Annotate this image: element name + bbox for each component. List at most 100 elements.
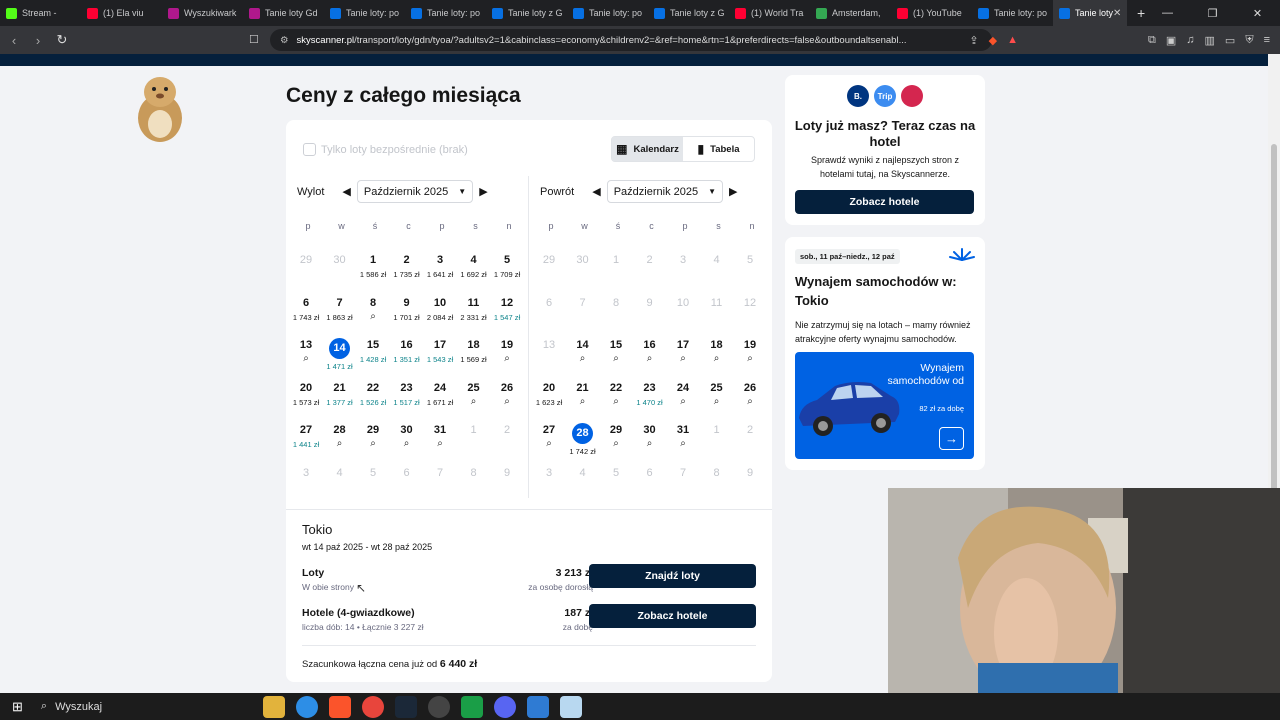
outbound-month-select[interactable]: Październik 2025 ▼: [356, 180, 474, 203]
close-window-icon[interactable]: ✕: [1235, 7, 1280, 20]
calendar-day[interactable]: 21 ⌕: [566, 381, 600, 407]
calendar-day[interactable]: 10 2 084 zł: [423, 296, 457, 322]
calendar-day[interactable]: 15 1 428 zł: [356, 338, 390, 364]
calendar-day[interactable]: 30 ⌕: [633, 423, 667, 449]
reload-icon[interactable]: ↻: [52, 32, 72, 48]
calendar-day[interactable]: 11 2 331 zł: [457, 296, 491, 322]
back-icon[interactable]: ‹: [4, 33, 24, 48]
calendar-day[interactable]: 14 1 471 zł: [323, 338, 357, 371]
calendar-day[interactable]: 17 1 543 zł: [423, 338, 457, 364]
windows-start-icon[interactable]: ⊞: [12, 699, 23, 715]
tab[interactable]: Tanie loty: po: [324, 0, 405, 26]
file-explorer-icon[interactable]: [262, 695, 285, 718]
calendar-day[interactable]: 28 ⌕: [323, 423, 357, 449]
calendar-day[interactable]: 12 1 547 zł: [490, 296, 524, 322]
prev-month-icon[interactable]: ◀: [592, 185, 600, 198]
prev-month-icon[interactable]: ◀: [342, 185, 350, 198]
tab[interactable]: Tanie loty: po: [972, 0, 1053, 26]
tab[interactable]: Tanie loty Gd: [243, 0, 324, 26]
bookmark-icon[interactable]: ☐: [249, 33, 259, 46]
calendar-day[interactable]: 25 ⌕: [457, 381, 491, 407]
calendar-day[interactable]: 1 1 586 zł: [356, 253, 390, 279]
calendar-day[interactable]: 23 1 517 zł: [390, 381, 424, 407]
calendar-day[interactable]: 22 1 526 zł: [356, 381, 390, 407]
tab[interactable]: Tanie loty z G: [486, 0, 567, 26]
tab[interactable]: (1) YouTube: [891, 0, 972, 26]
new-tab-button[interactable]: +: [1137, 5, 1145, 21]
tab-active[interactable]: Tanie loty ✕: [1053, 0, 1127, 26]
calendar-day[interactable]: 15 ⌕: [599, 338, 633, 364]
table-view-button[interactable]: ▮ Tabela: [683, 137, 754, 161]
media-icon[interactable]: ♫: [1186, 34, 1194, 46]
find-flights-button[interactable]: Znajdź loty: [589, 564, 756, 588]
tab[interactable]: (1) Ela viu: [81, 0, 162, 26]
discord-icon[interactable]: [493, 695, 516, 718]
vpn-icon[interactable]: ⛨: [1245, 34, 1253, 47]
calendar-day[interactable]: 22 ⌕: [599, 381, 633, 407]
hotel-card-button[interactable]: Zobacz hotele: [795, 190, 974, 214]
calendar-day[interactable]: 27 1 441 zł: [289, 423, 323, 449]
calendar-day[interactable]: 21 1 377 zł: [323, 381, 357, 407]
brave-shield-icon[interactable]: ◆: [989, 34, 997, 47]
calendar-view-button[interactable]: ▦ Kalendarz: [612, 137, 683, 161]
calendar-day[interactable]: 18 ⌕: [700, 338, 734, 364]
tab[interactable]: Tanie loty z G: [648, 0, 729, 26]
calendar-day[interactable]: 9 1 701 zł: [390, 296, 424, 322]
sidebar-icon[interactable]: ▥: [1205, 34, 1215, 47]
tab[interactable]: Tanie loty: po: [567, 0, 648, 26]
notepad-icon[interactable]: [559, 695, 582, 718]
edge-icon[interactable]: [295, 695, 318, 718]
calendar-day[interactable]: 2 1 735 zł: [390, 253, 424, 279]
calendar-day[interactable]: 4 1 692 zł: [457, 253, 491, 279]
site-info-icon[interactable]: ⚙: [280, 35, 289, 46]
next-month-icon[interactable]: ▶: [729, 185, 737, 198]
calendar-day[interactable]: 29 ⌕: [599, 423, 633, 449]
calendar-day[interactable]: 19 ⌕: [490, 338, 524, 364]
calendar-day[interactable]: 26 ⌕: [490, 381, 524, 407]
see-hotels-button[interactable]: Zobacz hotele: [589, 604, 756, 628]
calendar-day[interactable]: 18 1 569 zł: [457, 338, 491, 364]
menu-icon[interactable]: ≡: [1264, 34, 1270, 46]
inbound-month-select[interactable]: Październik 2025 ▼: [606, 180, 724, 203]
calendar-day[interactable]: 8 ⌕: [356, 296, 390, 322]
calendar-day[interactable]: 5 1 709 zł: [490, 253, 524, 279]
car-promo-banner[interactable]: Wynajem samochodów od 82 zł za dobę →: [795, 352, 974, 459]
minimize-icon[interactable]: —: [1145, 7, 1190, 19]
screenshot-icon[interactable]: ▣: [1166, 34, 1176, 47]
tab[interactable]: Amsterdam,: [810, 0, 891, 26]
calendar-day[interactable]: 29 ⌕: [356, 423, 390, 449]
calendar-day[interactable]: 16 ⌕: [633, 338, 667, 364]
rewards-icon[interactable]: ▲: [1007, 34, 1018, 46]
calendar-day[interactable]: 7 1 863 zł: [323, 296, 357, 322]
calendar-day[interactable]: 28 1 742 zł: [566, 423, 600, 456]
calendar-day[interactable]: 27 ⌕: [532, 423, 566, 449]
taskbar-search[interactable]: ⌕ Wyszukaj: [31, 693, 221, 720]
calendar-day[interactable]: 26 ⌕: [733, 381, 767, 407]
calendar-day[interactable]: 14 ⌕: [566, 338, 600, 364]
calendar-day[interactable]: 24 1 671 zł: [423, 381, 457, 407]
arrow-right-icon[interactable]: →: [939, 427, 964, 450]
next-month-icon[interactable]: ▶: [479, 185, 487, 198]
tab[interactable]: (1) World Tra: [729, 0, 810, 26]
tab[interactable]: Stream -: [0, 0, 81, 26]
extensions-icon[interactable]: ⧉: [1148, 34, 1156, 47]
kick-icon[interactable]: [460, 695, 483, 718]
tab[interactable]: Wyszukiwark: [162, 0, 243, 26]
calendar-day[interactable]: 3 1 641 zł: [423, 253, 457, 279]
steam-icon[interactable]: [394, 695, 417, 718]
calendar-day[interactable]: 20 1 623 zł: [532, 381, 566, 407]
calendar-day[interactable]: 13 ⌕: [289, 338, 323, 364]
tab[interactable]: Tanie loty: po: [405, 0, 486, 26]
url-field[interactable]: ⚙ skyscanner.pl/transport/loty/gdn/tyoa/…: [270, 29, 992, 51]
calendar-day[interactable]: 23 1 470 zł: [633, 381, 667, 407]
calendar-day[interactable]: 30 ⌕: [390, 423, 424, 449]
calendar-day[interactable]: 17 ⌕: [666, 338, 700, 364]
wallet-icon[interactable]: ▭: [1225, 34, 1235, 47]
close-tab-icon[interactable]: ✕: [1113, 8, 1121, 19]
checkbox-box[interactable]: [303, 143, 316, 156]
chrome-icon[interactable]: [361, 695, 384, 718]
maximize-icon[interactable]: ❐: [1190, 7, 1235, 20]
app-icon[interactable]: [526, 695, 549, 718]
calendar-day[interactable]: 16 1 351 zł: [390, 338, 424, 364]
obs-icon[interactable]: [427, 695, 450, 718]
